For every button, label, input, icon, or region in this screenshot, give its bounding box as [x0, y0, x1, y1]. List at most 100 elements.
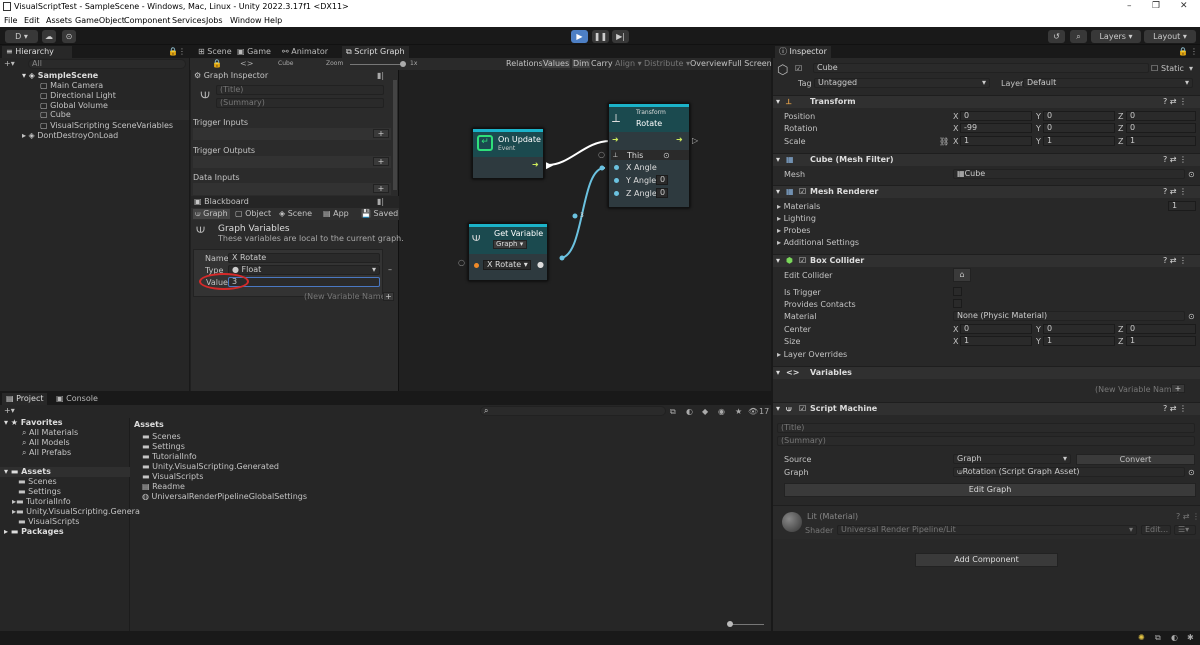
- enabled-checkbox[interactable]: ☑: [799, 403, 806, 415]
- maximize-button[interactable]: ❐: [1152, 1, 1160, 11]
- chevron-down-icon[interactable]: ▾: [1189, 64, 1193, 73]
- size-z-input[interactable]: 1: [1126, 336, 1196, 346]
- variables-header[interactable]: ▾ <> Variables: [773, 366, 1200, 379]
- tab-project[interactable]: ▤ Project: [2, 393, 48, 405]
- edit-graph-button[interactable]: Edit Graph: [784, 483, 1196, 497]
- scale-y-input[interactable]: 1: [1043, 136, 1115, 146]
- add-button[interactable]: +▾: [4, 59, 15, 68]
- collider-material-field[interactable]: None (Physic Material): [953, 311, 1185, 321]
- convert-button[interactable]: Convert: [1076, 454, 1195, 465]
- center-x-input[interactable]: 0: [960, 324, 1032, 334]
- asset-folder[interactable]: ▬ Scenes: [18, 477, 57, 486]
- icon-size-slider-handle[interactable]: [727, 621, 733, 627]
- type-icon[interactable]: ◐: [686, 407, 693, 416]
- position-y-input[interactable]: 0: [1043, 111, 1115, 121]
- asset-folder[interactable]: ▬ Settings: [18, 487, 61, 496]
- hierarchy-item[interactable]: ▢ Main Camera: [40, 81, 103, 90]
- project-search-input[interactable]: ⌕: [480, 406, 666, 416]
- collab-icon[interactable]: ⊙: [62, 30, 76, 43]
- object-picker-icon[interactable]: ⊙: [1188, 170, 1195, 179]
- y-angle-port[interactable]: [614, 178, 619, 183]
- close-button[interactable]: ✕: [1180, 1, 1188, 11]
- name-port[interactable]: [474, 263, 479, 268]
- menu-file[interactable]: File: [4, 16, 17, 25]
- component-menu-icons[interactable]: ? ⇄ ⋮: [1163, 96, 1187, 108]
- mesh-renderer-header[interactable]: ▾ ▦ ☑ Mesh Renderer ? ⇄ ⋮: [773, 185, 1200, 198]
- flow-output-arrow-icon[interactable]: ➜: [532, 160, 539, 169]
- asset-folder[interactable]: ▬ VisualScripts: [18, 517, 79, 526]
- menu-services[interactable]: Services: [172, 16, 206, 25]
- rotation-x-input[interactable]: -99: [960, 123, 1032, 133]
- menu-assets[interactable]: Assets: [46, 16, 72, 25]
- static-checkbox[interactable]: ☐: [1151, 64, 1158, 73]
- file-item[interactable]: ▬ VisualScripts: [142, 472, 203, 481]
- add-variable-button[interactable]: +: [1171, 384, 1185, 393]
- scale-z-input[interactable]: 1: [1126, 136, 1196, 146]
- asset-folder[interactable]: ▸▬ TutorialInfo: [12, 497, 71, 506]
- rotation-z-input[interactable]: 0: [1126, 123, 1196, 133]
- lighting-foldout[interactable]: ▸ Lighting: [777, 214, 816, 223]
- layer-dropdown[interactable]: Default ▾: [1023, 78, 1193, 88]
- hierarchy-search-input[interactable]: All: [28, 59, 186, 69]
- history-icon[interactable]: ↺: [1048, 30, 1065, 43]
- scale-x-input[interactable]: 1: [960, 136, 1032, 146]
- cloud-icon[interactable]: ☁: [42, 30, 56, 43]
- on-update-node[interactable]: ↵ On Update Event ➜: [472, 128, 544, 179]
- file-item[interactable]: ▤ Readme: [142, 482, 185, 491]
- label-icon[interactable]: ◆: [702, 407, 708, 416]
- file-item[interactable]: ▬ Unity.VisualScripting.Generated: [142, 462, 279, 471]
- shader-dropdown[interactable]: Universal Render Pipeline/Lit ▾: [837, 525, 1137, 535]
- tab-console[interactable]: ▣ Console: [52, 393, 102, 405]
- favorite-item[interactable]: ⌕ All Materials: [22, 428, 78, 438]
- scope-dropdown[interactable]: Graph ▾: [493, 240, 527, 249]
- file-item[interactable]: ▬ Settings: [142, 442, 185, 451]
- lock-icon[interactable]: 🔒: [1178, 47, 1188, 56]
- component-menu-icons[interactable]: ? ⇄ ⋮: [1163, 186, 1187, 198]
- hierarchy-item-selected[interactable]: ▢ Cube: [0, 110, 189, 120]
- edit-collider-button[interactable]: ⌂: [953, 268, 971, 282]
- asset-folder[interactable]: ▸▬ Unity.VisualScripting.Genera: [12, 507, 140, 516]
- source-dropdown[interactable]: Graph ▾: [953, 454, 1071, 464]
- flow-input-arrow-icon[interactable]: ➜: [612, 135, 619, 144]
- mesh-filter-header[interactable]: ▾ ▦ Cube (Mesh Filter) ? ⇄ ⋮: [773, 153, 1200, 166]
- pause-button[interactable]: ❚❚: [592, 30, 609, 43]
- new-variable-input[interactable]: (New Variable Name): [1095, 385, 1180, 394]
- tab-inspector[interactable]: ⓘ Inspector: [775, 46, 831, 58]
- rotate-node[interactable]: ⟂ Transform Rotate ➜ ➜ ⟂ This ⊙ X Angle …: [608, 103, 690, 208]
- star-icon[interactable]: ★: [735, 407, 742, 416]
- minimize-button[interactable]: –: [1127, 1, 1132, 11]
- get-variable-node[interactable]: ⟒ Get Variable Graph ▾ X Rotate ▾ ●: [468, 223, 548, 281]
- enabled-checkbox[interactable]: ☑: [799, 255, 806, 267]
- flow-output-hollow-icon[interactable]: ▷: [692, 136, 698, 145]
- icon-size-slider[interactable]: [728, 624, 764, 625]
- size-x-input[interactable]: 1: [960, 336, 1032, 346]
- kebab-icon[interactable]: ⋮: [1190, 47, 1198, 56]
- file-item[interactable]: ▬ Scenes: [142, 432, 181, 441]
- menu-component[interactable]: Component: [124, 16, 170, 25]
- packages-node[interactable]: ▸ ▬ Packages: [4, 527, 64, 536]
- layout-dropdown[interactable]: Layout ▾: [1144, 30, 1196, 43]
- name-port-ring-icon[interactable]: ○: [458, 258, 465, 267]
- position-x-input[interactable]: 0: [960, 111, 1032, 121]
- add-component-button[interactable]: Add Component: [915, 553, 1058, 567]
- is-trigger-checkbox[interactable]: [953, 287, 962, 296]
- enabled-checkbox[interactable]: ☑: [799, 186, 806, 198]
- graph-asset-field[interactable]: ⟒Rotation (Script Graph Asset): [953, 467, 1185, 477]
- file-item[interactable]: ◍ UniversalRenderPipelineGlobalSettings: [142, 492, 307, 501]
- hierarchy-item[interactable]: ▢ VisualScripting SceneVariables: [40, 121, 173, 130]
- menu-gameobject[interactable]: GameObject: [75, 16, 125, 25]
- assets-node[interactable]: ▾ ▬ Assets: [0, 467, 130, 477]
- this-port-ring-icon[interactable]: ○: [598, 150, 605, 159]
- link-icon[interactable]: ⛓: [939, 137, 949, 146]
- component-menu-icons[interactable]: ? ⇄ ⋮: [1163, 403, 1187, 415]
- hierarchy-item[interactable]: ▢ Global Volume: [40, 101, 108, 110]
- transform-header[interactable]: ▾ ⟂ Transform ? ⇄ ⋮: [773, 95, 1200, 108]
- kebab-icon[interactable]: ⋮: [178, 47, 186, 56]
- visibility-icon[interactable]: 👁: [748, 407, 758, 416]
- z-angle-input[interactable]: 0: [656, 188, 668, 198]
- debug-icon[interactable]: ✱: [1187, 633, 1194, 642]
- object-name-input[interactable]: Cube: [813, 63, 1149, 73]
- component-menu-icons[interactable]: ? ⇄ ⋮: [1163, 255, 1187, 267]
- y-angle-input[interactable]: 0: [656, 175, 668, 185]
- target-icon[interactable]: ⊙: [663, 151, 670, 160]
